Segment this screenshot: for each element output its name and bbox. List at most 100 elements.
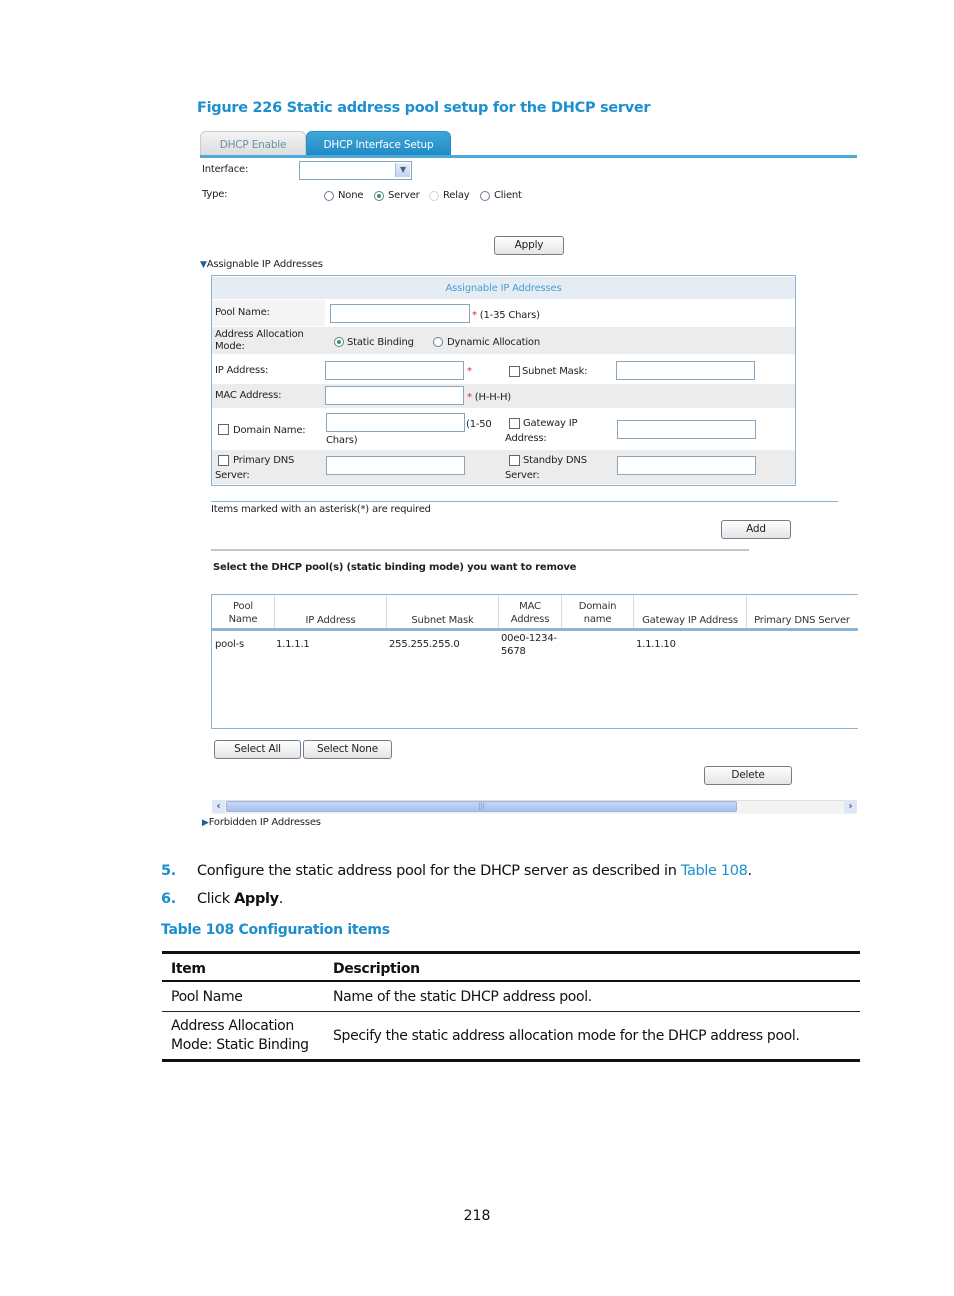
row-item-line2: Mode: Static Binding	[171, 1037, 309, 1053]
table-caption: Table 108 Configuration items	[161, 922, 390, 938]
type-none-radio[interactable]	[324, 191, 334, 201]
step-text: Click Apply.	[197, 891, 283, 907]
row-item: Pool Name	[171, 989, 243, 1005]
type-relay-label: Relay	[443, 190, 470, 201]
dynamic-allocation-label: Dynamic Allocation	[447, 337, 540, 348]
mac-hint: (H-H-H)	[474, 392, 511, 403]
select-none-button[interactable]: Select None	[303, 740, 392, 759]
domain-name-checkbox[interactable]	[218, 424, 229, 435]
assignable-toggle[interactable]: ▼Assignable IP Addresses	[200, 259, 323, 270]
standby-dns-checkbox[interactable]	[509, 455, 520, 466]
pool-name-input[interactable]	[330, 304, 470, 323]
divider	[211, 549, 749, 551]
gateway-ip-label-line2: Address:	[505, 433, 547, 444]
delete-button[interactable]: Delete	[704, 766, 792, 785]
row-item-line1: Address Allocation	[171, 1018, 294, 1034]
mac-address-label: MAC Address:	[215, 390, 282, 401]
allocation-mode-label-line2: Mode:	[215, 341, 245, 352]
interface-select[interactable]: ▼	[299, 161, 412, 180]
header-rule	[162, 980, 860, 982]
column-header-subnet-mask: Subnet Mask	[411, 615, 474, 626]
figure-caption: Figure 226 Static address pool setup for…	[197, 100, 651, 116]
scrollbar-thumb[interactable]: |||	[226, 801, 737, 812]
type-client-label: Client	[494, 190, 522, 201]
select-all-button[interactable]: Select All	[214, 740, 301, 759]
column-header-ip-address: IP Address	[305, 615, 356, 626]
required-asterisk: *	[467, 392, 472, 403]
header-item: Item	[171, 961, 206, 977]
assignable-toggle-label: Assignable IP Addresses	[206, 259, 323, 270]
type-server-label: Server	[388, 190, 420, 201]
column-header-gateway-ip: Gateway IP Address	[642, 615, 738, 626]
table-108-link[interactable]: Table 108	[681, 863, 748, 879]
step-text-after: .	[278, 891, 284, 907]
required-asterisk: *	[467, 366, 472, 377]
ip-address-input[interactable]	[325, 361, 464, 380]
mac-hint-wrap: * (H-H-H)	[467, 392, 511, 403]
column-header-pool-name: Pool Name	[212, 600, 274, 626]
step-text-before: Configure the static address pool for th…	[197, 863, 681, 879]
pool-table-header-line	[212, 628, 858, 631]
dynamic-allocation-radio[interactable]	[433, 337, 443, 347]
pool-name-hint: (1-35 Chars)	[479, 310, 540, 321]
header-description: Description	[333, 961, 420, 977]
standby-dns-label-line1: Standby DNS	[523, 455, 587, 466]
domain-hint-line2: Chars)	[326, 435, 358, 446]
divider	[211, 501, 838, 502]
primary-dns-input[interactable]	[326, 456, 465, 475]
domain-name-label: Domain Name:	[233, 425, 306, 436]
static-binding-radio[interactable]	[334, 337, 344, 347]
domain-name-input[interactable]	[326, 413, 465, 432]
tab-dhcp-interface-setup[interactable]: DHCP Interface Setup	[306, 131, 451, 156]
type-client-radio[interactable]	[480, 191, 490, 201]
pool-name-label: Pool Name:	[215, 307, 270, 318]
pool-name-hint-wrap: * (1-35 Chars)	[472, 310, 540, 321]
mac-line2: 5678	[501, 646, 526, 657]
page-number: 218	[463, 1208, 491, 1224]
domain-hint-line1: (1-50	[466, 419, 492, 430]
subnet-mask-checkbox[interactable]	[509, 366, 520, 377]
cell-pool-name: pool-s	[215, 639, 244, 650]
tab-dhcp-enable[interactable]: DHCP Enable	[200, 131, 306, 156]
triangle-right-icon: ▶	[202, 818, 209, 828]
cell-ip-address: 1.1.1.1	[276, 639, 310, 650]
type-relay-radio[interactable]	[429, 191, 439, 201]
scroll-right-icon[interactable]: ›	[844, 800, 857, 813]
header-line1: MAC	[519, 601, 541, 612]
step-number: 6.	[161, 891, 176, 907]
gateway-ip-label-line1: Gateway IP	[523, 418, 578, 429]
type-none-label: None	[338, 190, 364, 201]
column-header-primary-dns: Primary DNS Server	[754, 615, 850, 626]
mac-line1: 00e0-1234-	[501, 633, 557, 644]
apply-button[interactable]: Apply	[494, 236, 564, 255]
subnet-mask-input[interactable]	[616, 361, 755, 380]
cell-mac-address: 00e0-1234- 5678	[501, 632, 557, 658]
column-header-mac-address: MAC Address	[499, 600, 561, 626]
add-button[interactable]: Add	[721, 520, 791, 539]
column-header-domain-name: Domain name	[562, 600, 633, 626]
step-6: 6. Click Apply.	[161, 891, 283, 907]
standby-dns-input[interactable]	[617, 456, 756, 475]
primary-dns-checkbox[interactable]	[218, 455, 229, 466]
gateway-ip-checkbox[interactable]	[509, 418, 520, 429]
assignable-panel-title: Assignable IP Addresses	[212, 277, 795, 299]
allocation-mode-label: Address Allocation Mode:	[215, 329, 304, 353]
gateway-ip-input[interactable]	[617, 420, 756, 439]
scroll-left-icon[interactable]: ‹	[212, 800, 225, 813]
triangle-down-icon: ▼	[200, 260, 207, 270]
remove-prompt: Select the DHCP pool(s) (static binding …	[213, 562, 577, 573]
cell-gateway-ip: 1.1.1.10	[636, 639, 676, 650]
type-label: Type:	[202, 189, 228, 200]
chevron-down-icon[interactable]: ▼	[395, 163, 410, 177]
header-line1: Domain	[578, 601, 617, 612]
forbidden-toggle-label: Forbidden IP Addresses	[208, 817, 321, 828]
type-server-radio[interactable]	[374, 191, 384, 201]
allocation-mode-label-line1: Address Allocation	[215, 329, 304, 340]
step-number: 5.	[161, 863, 176, 879]
table-bottom-rule	[162, 1059, 860, 1062]
header-line2: name	[583, 614, 612, 625]
row-description: Specify the static address allocation mo…	[333, 1028, 800, 1044]
grip-icon: |||	[478, 802, 485, 810]
forbidden-toggle[interactable]: ▶Forbidden IP Addresses	[202, 817, 321, 828]
mac-address-input[interactable]	[325, 386, 464, 405]
